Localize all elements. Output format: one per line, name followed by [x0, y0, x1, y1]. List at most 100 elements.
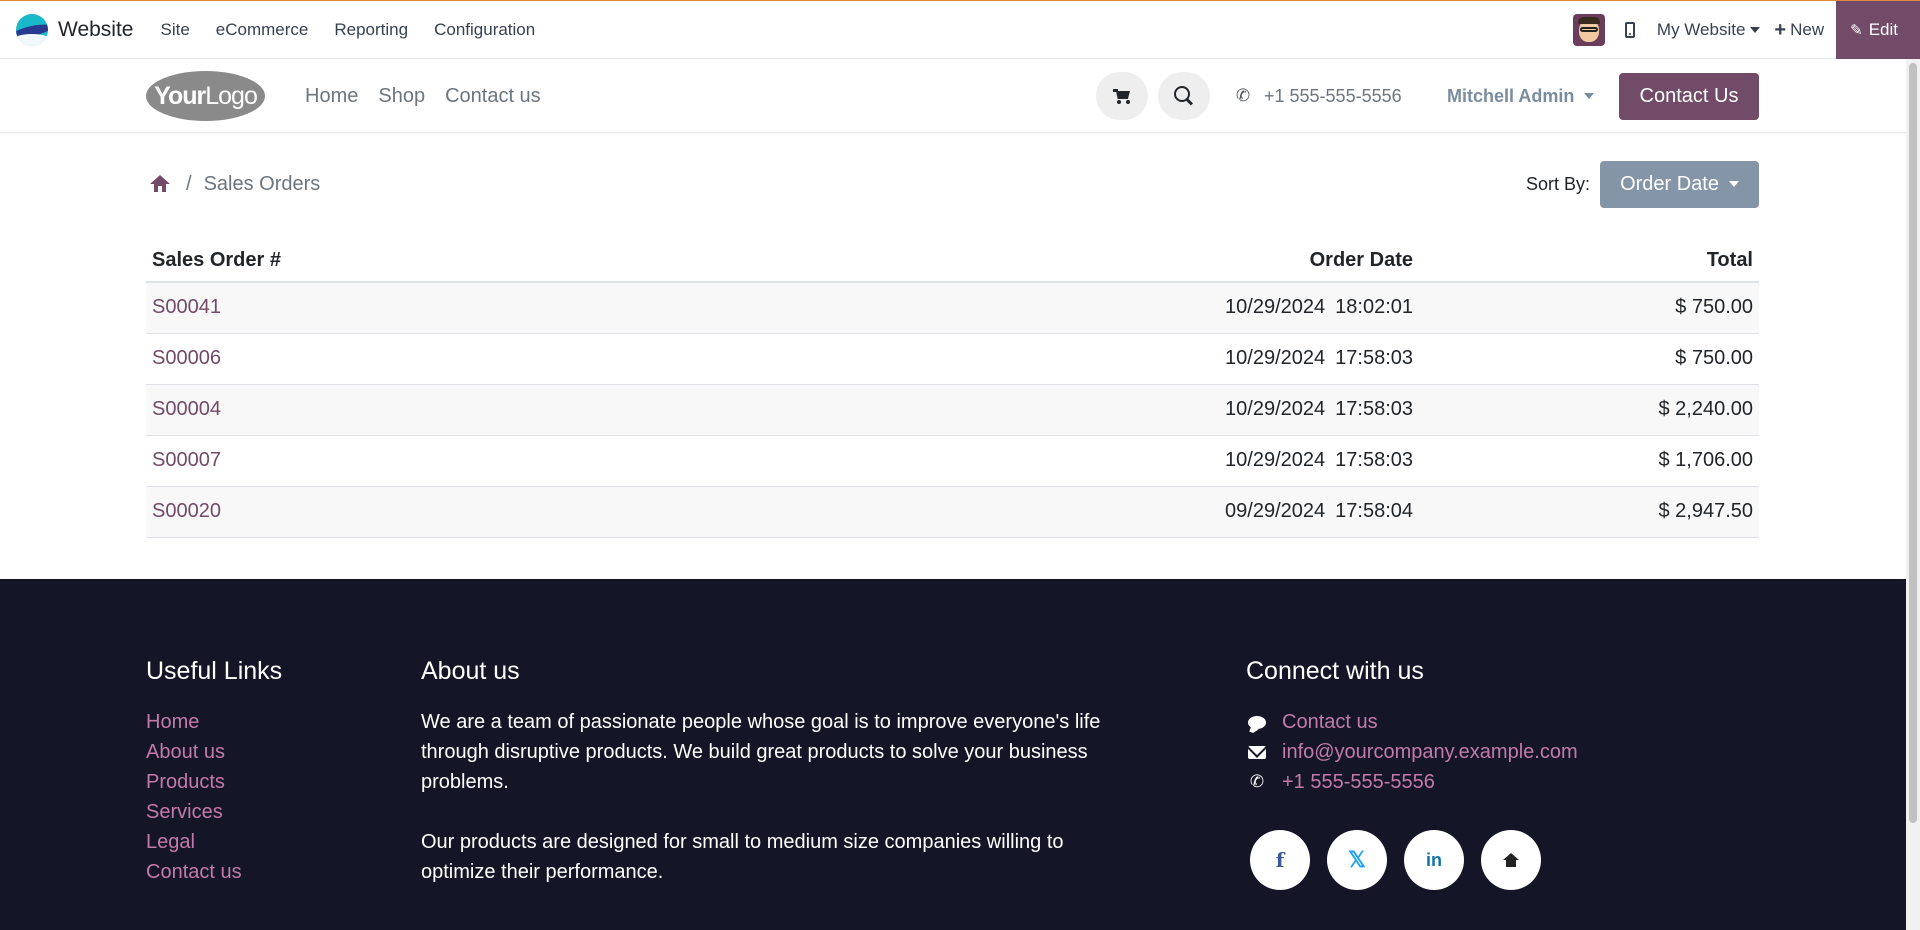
website-app-icon: [16, 13, 48, 46]
website-selector[interactable]: My Website: [1657, 20, 1761, 40]
user-name: Mitchell Admin: [1447, 85, 1575, 106]
footer-link-services[interactable]: Services: [146, 797, 282, 827]
order-link[interactable]: S00004: [152, 398, 221, 420]
user-menu[interactable]: Mitchell Admin: [1447, 59, 1595, 133]
admin-menu-reporting[interactable]: Reporting: [321, 1, 421, 59]
connect-email-link[interactable]: info@yourcompany.example.com: [1282, 737, 1578, 767]
connect-email-item: info@yourcompany.example.com: [1246, 737, 1578, 767]
nav-shop[interactable]: Shop: [378, 85, 425, 108]
cart-button[interactable]: [1096, 72, 1148, 120]
order-date: 09/29/2024: [1225, 500, 1326, 522]
footer-link-contact-us[interactable]: Contact us: [146, 857, 282, 887]
admin-menu: Site eCommerce Reporting Configuration: [147, 1, 548, 59]
table-row[interactable]: S00007 10/29/2024 17:58:03 $ 1,706.00: [146, 435, 1759, 487]
home-icon[interactable]: [150, 175, 170, 193]
admin-menu-ecommerce[interactable]: eCommerce: [203, 1, 322, 59]
site-header: Your Logo Home Shop Contact us ✆ +1 555-5…: [0, 59, 1906, 133]
phone-icon: ✆: [1235, 86, 1251, 105]
footer-link-products[interactable]: Products: [146, 767, 282, 797]
sort-dropdown[interactable]: Order Date: [1600, 160, 1759, 208]
site-footer: Useful Links Home About us Products Serv…: [0, 579, 1906, 930]
order-total-cell: $ 2,240.00: [1419, 384, 1759, 436]
facebook-icon[interactable]: f: [1250, 830, 1310, 890]
breadcrumb-separator: /: [186, 172, 192, 195]
x-twitter-icon[interactable]: 𝕏: [1327, 830, 1387, 890]
breadcrumb-row: / Sales Orders Sort By: Order Date: [146, 159, 1759, 209]
order-time: 17:58:03: [1335, 347, 1413, 369]
sort-control: Sort By: Order Date: [1526, 159, 1759, 209]
connect-phone-item: ✆ +1 555-555-5556: [1246, 767, 1578, 797]
site-logo[interactable]: Your Logo: [146, 71, 265, 121]
admin-menu-site[interactable]: Site: [147, 1, 202, 59]
chevron-down-icon: [1584, 93, 1595, 99]
order-number-cell: S00004: [146, 384, 673, 436]
order-total-cell: $ 750.00: [1419, 282, 1759, 334]
edit-button[interactable]: ✎ Edit: [1836, 1, 1920, 59]
admin-menu-configuration[interactable]: Configuration: [421, 1, 548, 59]
order-number-cell: S00020: [146, 486, 673, 538]
order-date: 10/29/2024: [1225, 347, 1326, 369]
order-time: 17:58:04: [1335, 500, 1413, 522]
order-link[interactable]: S00006: [152, 347, 221, 369]
user-avatar[interactable]: [1572, 14, 1605, 46]
page-scrollbar[interactable]: [1906, 59, 1920, 930]
table-row[interactable]: S00004 10/29/2024 17:58:03 $ 2,240.00: [146, 384, 1759, 436]
column-header-order-number: Sales Order #: [146, 240, 673, 283]
home-icon[interactable]: [1481, 830, 1541, 890]
order-total-cell: $ 1,706.00: [1419, 435, 1759, 487]
about-us-paragraph-1: We are a team of passionate people whose…: [421, 711, 1101, 793]
table-header-row: Sales Order # Order Date Total: [146, 240, 1759, 283]
connect-contact-item: Contact us: [1246, 707, 1578, 737]
linkedin-icon[interactable]: in: [1404, 830, 1464, 890]
social-links: f 𝕏 in: [1246, 830, 1578, 890]
order-total-cell: $ 2,947.50: [1419, 486, 1759, 538]
contact-us-button[interactable]: Contact Us: [1619, 73, 1759, 120]
plus-icon: +: [1774, 18, 1787, 41]
footer-link-about-us[interactable]: About us: [146, 737, 282, 767]
footer-link-home[interactable]: Home: [146, 707, 282, 737]
app-brand[interactable]: Website: [16, 1, 133, 58]
comment-icon: [1246, 715, 1268, 729]
order-date: 10/29/2024: [1225, 449, 1326, 471]
order-time: 17:58:03: [1335, 398, 1413, 420]
useful-links-title: Useful Links: [146, 657, 283, 685]
search-button[interactable]: [1158, 72, 1210, 120]
table-row[interactable]: S00006 10/29/2024 17:58:03 $ 750.00: [146, 333, 1759, 385]
order-date-cell: 10/29/2024 17:58:03: [672, 333, 1419, 385]
admin-right-controls: My Website + New ✎ Edit: [1572, 1, 1920, 59]
footer-link-legal[interactable]: Legal: [146, 827, 282, 857]
order-link[interactable]: S00020: [152, 500, 221, 522]
search-icon: [1174, 86, 1194, 106]
breadcrumb-current: Sales Orders: [203, 172, 321, 195]
app-name: Website: [58, 17, 134, 41]
order-date-cell: 10/29/2024 17:58:03: [672, 435, 1419, 487]
chevron-down-icon: [1729, 181, 1739, 187]
connect-phone-link[interactable]: +1 555-555-5556: [1282, 767, 1435, 797]
admin-navbar: Website Site eCommerce Reporting Configu…: [0, 0, 1920, 59]
order-date: 10/29/2024: [1225, 296, 1326, 319]
nav-home[interactable]: Home: [305, 85, 358, 108]
column-header-total: Total: [1419, 240, 1759, 283]
useful-links-section: Useful Links Home About us Products Serv…: [146, 657, 282, 887]
sort-value: Order Date: [1620, 172, 1719, 195]
cart-icon: [1113, 89, 1131, 104]
order-number-cell: S00006: [146, 333, 673, 385]
order-link[interactable]: S00007: [152, 449, 221, 471]
scrollbar-thumb[interactable]: [1909, 63, 1917, 823]
connect-section: Connect with us Contact us info@yourcomp…: [1246, 657, 1578, 890]
new-button[interactable]: + New: [1774, 19, 1824, 42]
mobile-preview-icon[interactable]: [1624, 22, 1635, 38]
logo-text-light: Logo: [205, 81, 258, 110]
chevron-down-icon: [1750, 27, 1761, 33]
envelope-icon: [1246, 745, 1268, 759]
about-us-section: About us We are a team of passionate peo…: [421, 657, 1101, 917]
order-date-cell: 10/29/2024 18:02:01: [672, 282, 1419, 334]
table-row[interactable]: S00041 10/29/2024 18:02:01 $ 750.00: [146, 282, 1759, 334]
header-phone[interactable]: ✆ +1 555-555-5556: [1234, 59, 1402, 133]
order-link[interactable]: S00041: [152, 296, 221, 318]
table-row[interactable]: S00020 09/29/2024 17:58:04 $ 2,947.50: [146, 486, 1759, 538]
nav-contact-us[interactable]: Contact us: [445, 85, 541, 108]
column-header-order-date: Order Date: [672, 240, 1419, 283]
connect-contact-link[interactable]: Contact us: [1282, 707, 1378, 737]
order-total-cell: $ 750.00: [1419, 333, 1759, 385]
